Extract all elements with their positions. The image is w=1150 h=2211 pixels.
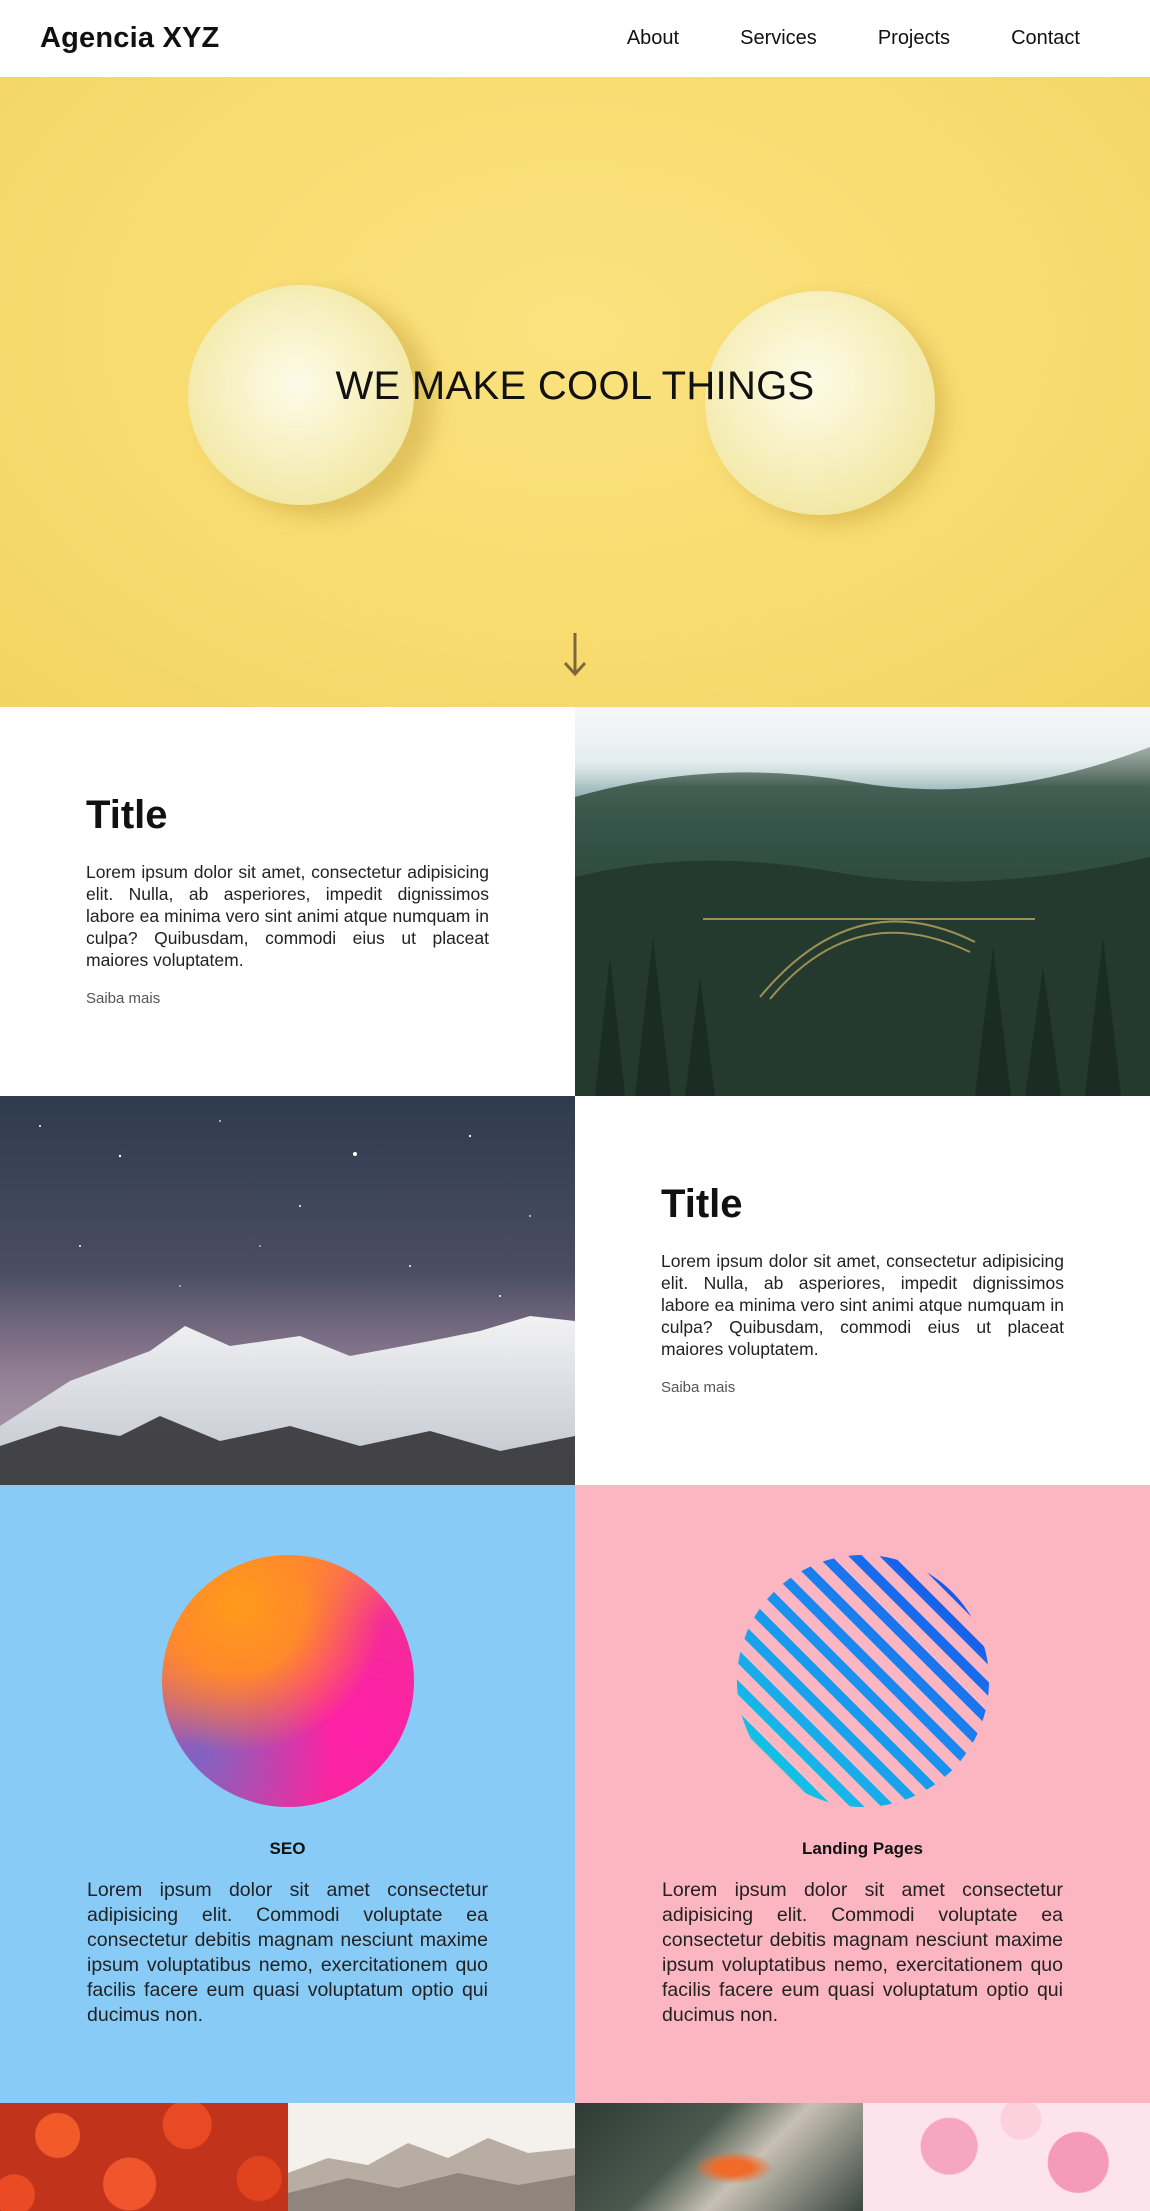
feature-row-2: Title Lorem ipsum dolor sit amet, consec… (0, 1096, 1150, 1485)
hero-title: WE MAKE COOL THINGS (335, 364, 815, 408)
image-gallery (0, 2103, 1150, 2211)
nav-link-services[interactable]: Services (740, 27, 817, 50)
feature-row-1: Title Lorem ipsum dolor sit amet, consec… (0, 707, 1150, 1096)
striped-circle-icon (737, 1555, 989, 1807)
gallery-image-mountains[interactable] (287, 2103, 575, 2211)
snowy-mountain-image (0, 1096, 575, 1485)
gradient-orb-icon (162, 1555, 414, 1807)
service-body: Lorem ipsum dolor sit amet consectetur a… (662, 1879, 1063, 2026)
service-title: SEO (269, 1839, 306, 1858)
service-title: Landing Pages (802, 1839, 923, 1858)
feature-body: Lorem ipsum dolor sit amet, consectetur … (86, 862, 489, 970)
feature-text-1: Title Lorem ipsum dolor sit amet, consec… (0, 707, 575, 1096)
nav-link-about[interactable]: About (627, 27, 679, 50)
saiba-mais-link[interactable]: Saiba mais (86, 990, 160, 1007)
site-logo[interactable]: Agencia XYZ (40, 22, 219, 55)
arrow-down-icon[interactable] (560, 629, 590, 679)
nav-link-projects[interactable]: Projects (878, 27, 950, 50)
service-card-seo: SEO Lorem ipsum dolor sit amet consectet… (0, 1485, 575, 2103)
feature-title: Title (661, 1182, 743, 1226)
services-section: SEO Lorem ipsum dolor sit amet consectet… (0, 1485, 1150, 2103)
site-header: Agencia XYZ About Services Projects Cont… (0, 0, 1150, 77)
saiba-mais-link[interactable]: Saiba mais (661, 1379, 735, 1396)
feature-body: Lorem ipsum dolor sit amet, consectetur … (661, 1251, 1064, 1359)
feature-title: Title (86, 793, 168, 837)
service-body: Lorem ipsum dolor sit amet consectetur a… (87, 1879, 488, 2026)
main-nav: About Services Projects Contact (566, 27, 1080, 50)
nav-link-contact[interactable]: Contact (1011, 27, 1080, 50)
forest-bridge-image (575, 707, 1150, 1096)
gallery-image-blossoms[interactable] (862, 2103, 1150, 2211)
gallery-image-flower[interactable] (575, 2103, 863, 2211)
gallery-image-tomatoes[interactable] (0, 2103, 288, 2211)
feature-text-2: Title Lorem ipsum dolor sit amet, consec… (575, 1096, 1150, 1485)
service-card-landing-pages: Landing Pages Lorem ipsum dolor sit amet… (575, 1485, 1150, 2103)
hero-section: WE MAKE COOL THINGS (0, 77, 1150, 707)
